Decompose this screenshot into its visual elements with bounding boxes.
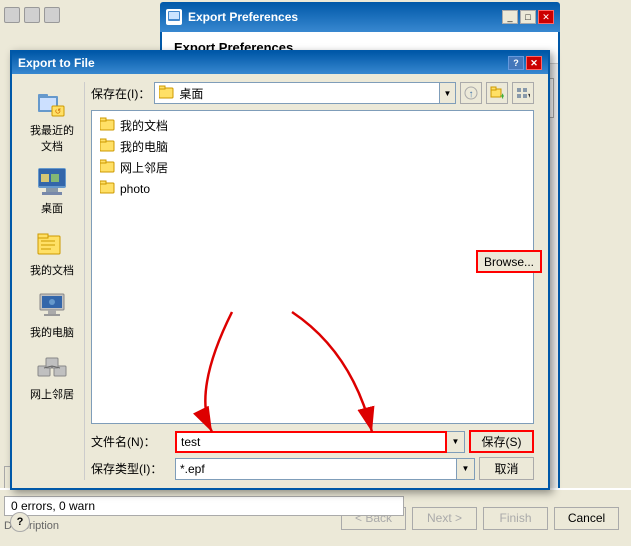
file-name-input[interactable]	[175, 431, 447, 453]
export-pref-icon	[166, 9, 182, 25]
sidebar-desktop-label: 桌面	[41, 200, 63, 216]
file-type-field-wrapper[interactable]: *.epf ▼	[175, 458, 475, 480]
dialog-close-button[interactable]: ✕	[526, 56, 542, 70]
toolbar-icon-3[interactable]	[44, 7, 60, 23]
export-pref-title: Export Preferences	[188, 10, 502, 24]
ide-background: Export Preferences _ □ ✕ Export Preferen…	[0, 0, 631, 546]
save-button[interactable]: 保存(S)	[469, 430, 534, 453]
file-item-name-2: 网上邻居	[120, 159, 168, 176]
folder-icon-small	[159, 85, 175, 102]
sidebar-item-mycomp[interactable]: 我的电脑	[23, 288, 81, 342]
file-item-name-3: photo	[120, 182, 150, 196]
dialog-titlebar[interactable]: Export to File ? ✕	[12, 52, 548, 74]
file-sidebar: ↺ 我最近的文档	[20, 82, 85, 480]
window-controls[interactable]: _ □ ✕	[502, 10, 554, 24]
location-label: 保存在(I)：	[91, 85, 150, 102]
sidebar-mycomp-label: 我的电脑	[30, 324, 74, 340]
dialog-content: ↺ 我最近的文档	[12, 74, 548, 488]
wizard-cancel-button[interactable]: Cancel	[554, 507, 619, 530]
sidebar-network-label: 网上邻居	[30, 386, 74, 402]
file-name-row: 文件名(N)： ▼ 保存(S)	[91, 430, 534, 453]
file-item-name-0: 我的文档	[120, 117, 168, 134]
dialog-title: Export to File	[18, 56, 508, 70]
file-name-dropdown-arrow[interactable]: ▼	[447, 431, 465, 453]
finish-button[interactable]: Finish	[483, 507, 548, 530]
sidebar-item-mydocs[interactable]: 我的文档	[23, 226, 81, 280]
file-type-arrow[interactable]: ▼	[457, 458, 475, 480]
close-button[interactable]: ✕	[538, 10, 554, 24]
file-item-3[interactable]: photo	[96, 178, 529, 199]
sidebar-item-network[interactable]: 网上邻居	[23, 350, 81, 404]
file-item-1[interactable]: 我的电脑	[96, 136, 529, 157]
export-to-file-dialog[interactable]: Export to File ? ✕ ↺	[10, 50, 550, 490]
problems-content: 0 errors, 0 warn	[4, 496, 404, 516]
view-menu-btn[interactable]: ▾	[512, 82, 534, 104]
mycomp-icon	[36, 290, 68, 322]
svg-text:↑: ↑	[469, 89, 474, 100]
toolbar-icon-2[interactable]	[24, 7, 40, 23]
file-main: 保存在(I)： 桌面 ▼	[85, 82, 540, 480]
location-field[interactable]: 桌面 ▼	[154, 82, 456, 104]
dialog-help-button[interactable]: ?	[508, 56, 524, 70]
file-folder-icon-1	[100, 138, 116, 155]
dialog-controls[interactable]: ? ✕	[508, 56, 542, 70]
browse-button[interactable]: Browse...	[476, 250, 542, 273]
file-item-name-1: 我的电脑	[120, 138, 168, 155]
sidebar-mydocs-label: 我的文档	[30, 262, 74, 278]
maximize-button[interactable]: □	[520, 10, 536, 24]
file-folder-icon-2	[100, 159, 116, 176]
file-item-0[interactable]: 我的文档	[96, 115, 529, 136]
problems-status: 0 errors, 0 warn	[11, 499, 95, 513]
sidebar-item-desktop[interactable]: 桌面	[23, 164, 81, 218]
desktop-icon	[36, 166, 68, 198]
file-type-label: 保存类型(I)：	[91, 460, 171, 477]
file-type-row: 保存类型(I)： *.epf ▼ 取消	[91, 457, 534, 480]
toolbar-icon-1[interactable]	[4, 7, 20, 23]
browse-button-wrapper[interactable]: Browse...	[476, 250, 542, 273]
next-button[interactable]: Next >	[412, 507, 477, 530]
help-button[interactable]: ?	[10, 512, 30, 532]
export-pref-titlebar[interactable]: Export Preferences _ □ ✕	[160, 2, 560, 32]
svg-text:↺: ↺	[55, 107, 62, 116]
new-folder-btn[interactable]: +	[486, 82, 508, 104]
file-name-field-wrapper[interactable]: ▼	[175, 431, 465, 453]
recent-icon: ↺	[36, 88, 68, 120]
minimize-button[interactable]: _	[502, 10, 518, 24]
wizard-bottom-bar: P Problems ▶ 0 errors, 0 warn Descriptio…	[0, 488, 631, 546]
location-value[interactable]: 桌面	[154, 82, 440, 104]
nav-back-btn[interactable]: ↑	[460, 82, 482, 104]
file-name-label: 文件名(N)：	[91, 433, 171, 450]
svg-text:+: +	[500, 91, 504, 100]
sidebar-recent-label: 我最近的文档	[25, 122, 79, 154]
file-type-value[interactable]: *.epf	[175, 458, 457, 480]
file-toolbar: 保存在(I)： 桌面 ▼	[91, 82, 534, 104]
location-dropdown-arrow[interactable]: ▼	[440, 82, 456, 104]
mydocs-icon	[36, 228, 68, 260]
file-item-2[interactable]: 网上邻居	[96, 157, 529, 178]
ide-toolbar	[0, 0, 160, 30]
file-list[interactable]: 我的文档 我的电脑	[91, 110, 534, 424]
file-folder-icon-3	[100, 180, 116, 197]
svg-text:▾: ▾	[528, 91, 530, 100]
network-icon	[36, 352, 68, 384]
sidebar-item-recent[interactable]: ↺ 我最近的文档	[23, 86, 81, 156]
cancel-button[interactable]: 取消	[479, 457, 534, 480]
file-folder-icon-0	[100, 117, 116, 134]
